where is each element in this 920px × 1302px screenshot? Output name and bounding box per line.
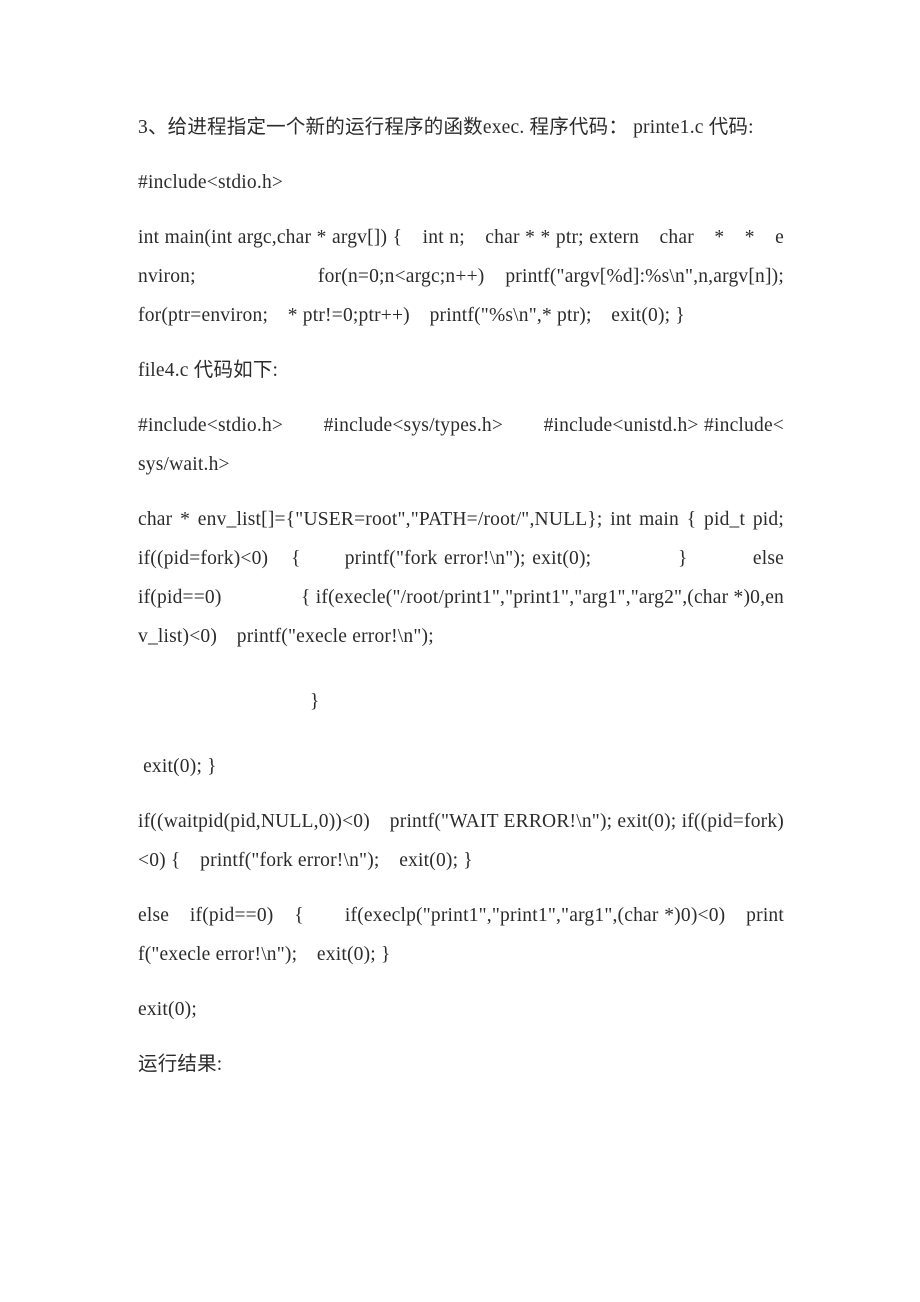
code-block-exit-close: exit(0); } — [138, 756, 217, 777]
code-block-include-stdio: #include<stdio.h> — [138, 172, 284, 193]
caption-file4-code: file4.c 代码如下: — [138, 360, 279, 381]
code-block-execlp: else if(pid==0) { if(execlp("print1","pr… — [138, 905, 784, 965]
code-block-closing-brace: } — [310, 691, 320, 712]
code-block-final-exit: exit(0); — [138, 999, 197, 1020]
section-heading-exec: 3、给进程指定一个新的运行程序的函数exec. 程序代码： printe1.c … — [138, 117, 754, 138]
document-page: 3、给进程指定一个新的运行程序的函数exec. 程序代码： printe1.c … — [0, 0, 920, 1302]
code-block-printe1-main: int main(int argc,char * argv[]) { int n… — [138, 227, 863, 326]
code-block-waitpid: if((waitpid(pid,NULL,0))<0) printf("WAIT… — [138, 811, 784, 871]
document-text-column: 3、给进程指定一个新的运行程序的函数exec. 程序代码： printe1.c … — [138, 108, 784, 1100]
caption-run-result: 运行结果: — [138, 1054, 223, 1075]
code-block-file4-main: char * env_list[]={"USER=root","PATH=/ro… — [138, 509, 824, 647]
code-block-file4-includes: #include<stdio.h> #include<sys/types.h> … — [138, 415, 784, 475]
